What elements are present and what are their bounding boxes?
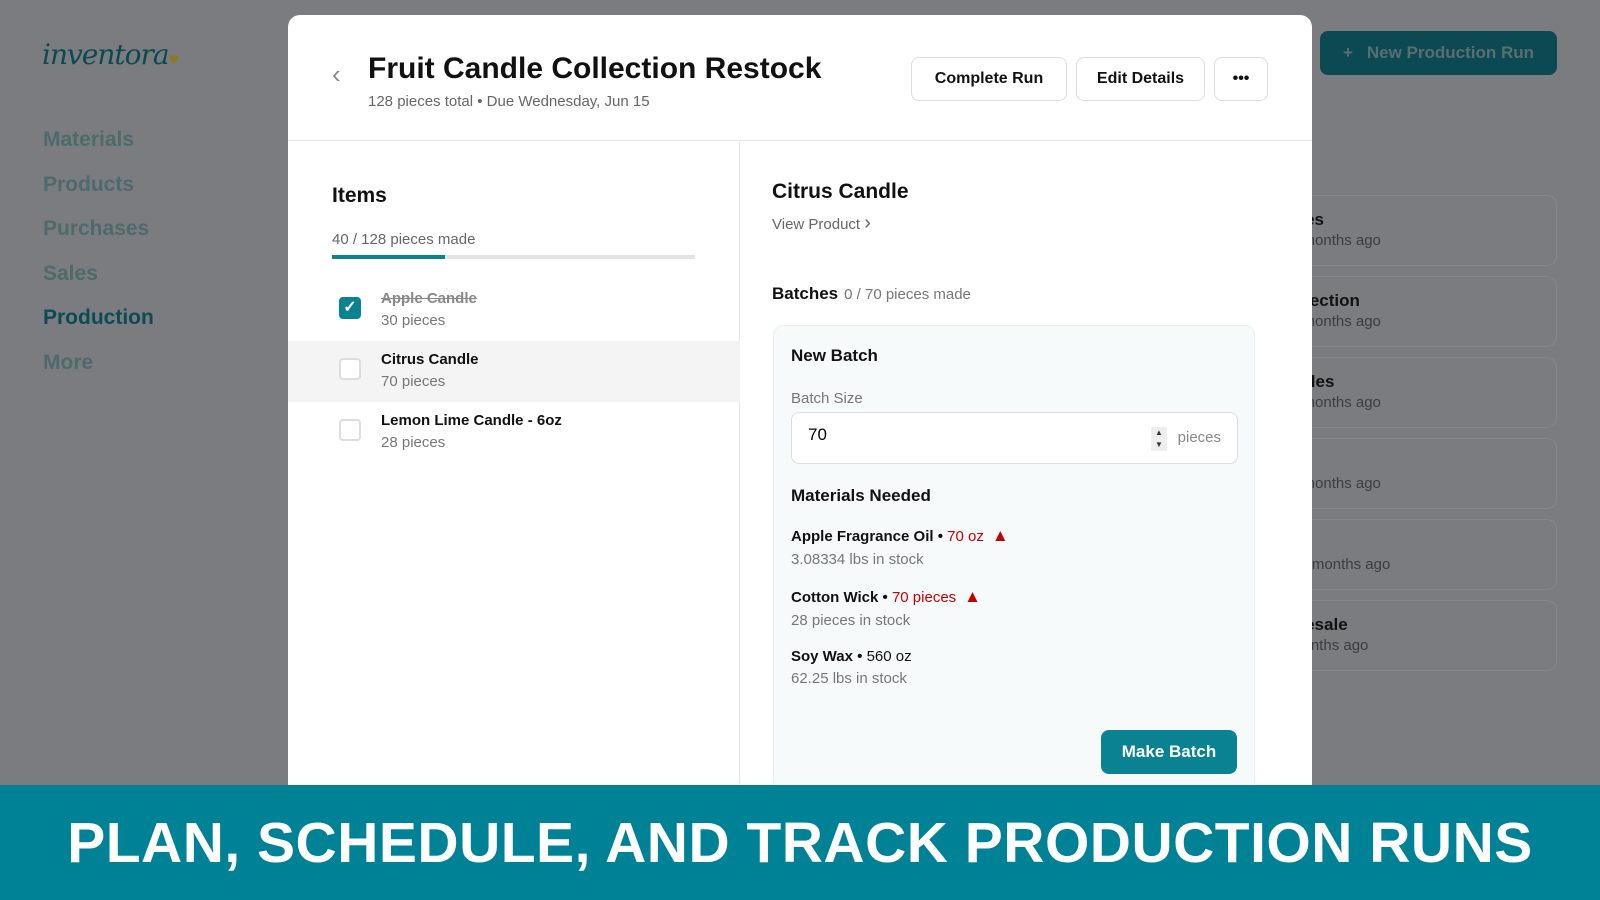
warning-icon: ▲ [991, 526, 1009, 545]
material-stock: 28 pieces in stock [791, 612, 911, 629]
chevron-right-icon: › [864, 212, 871, 234]
list-item[interactable]: ✓ Apple Candle 30 pieces [288, 280, 740, 341]
more-options-button[interactable]: ••• [1214, 57, 1268, 101]
view-product-link[interactable]: View Product › [772, 212, 871, 235]
run-title [1290, 534, 1556, 556]
sidebar-item-production[interactable]: Production [43, 306, 154, 351]
batches-heading: Batches 0 / 70 pieces made [772, 284, 971, 304]
progress-fill [332, 255, 446, 259]
modal-header: ‹ Fruit Candle Collection Restock 128 pi… [288, 15, 1312, 141]
logo: inventora♥ [42, 38, 180, 71]
run-title: ollection [1290, 291, 1360, 310]
item-name: Apple Candle [381, 290, 477, 307]
items-progress-bar [332, 255, 695, 259]
separator: • [878, 589, 892, 606]
plus-icon: + [1342, 43, 1353, 62]
complete-run-button[interactable]: Complete Run [911, 57, 1067, 101]
separator: • [933, 528, 948, 545]
material-name: Apple Fragrance Oil [791, 528, 934, 545]
new-batch-title: New Batch [791, 346, 878, 365]
batch-size-label: Batch Size [791, 390, 863, 407]
sidebar-item-products[interactable]: Products [43, 173, 154, 218]
batch-size-unit: pieces [1177, 429, 1221, 446]
promo-banner: PLAN, SCHEDULE, AND TRACK PRODUCTION RUN… [0, 785, 1600, 900]
run-date: 4 months ago [1290, 313, 1381, 330]
material-item: Cotton Wick • 70 pieces ▲ 28 pieces in sto… [791, 587, 981, 629]
sidebar-item-materials[interactable]: Materials [43, 128, 154, 173]
warning-icon: ▲ [964, 587, 981, 606]
run-subtitle: 128 pieces total • Due Wednesday, Jun 15 [368, 93, 650, 110]
material-stock: 62.25 lbs in stock [791, 670, 907, 687]
sidebar-item-purchases[interactable]: Purchases [43, 217, 154, 262]
material-name: Cotton Wick [791, 589, 879, 606]
run-date: • 8 months ago [1290, 556, 1391, 573]
batches-progress: 0 / 70 pieces made [844, 286, 971, 303]
sidebar-item-sales[interactable]: Sales [43, 262, 154, 307]
list-item[interactable]: Lemon Lime Candle - 6oz 28 pieces [288, 402, 740, 463]
run-title: ndles [1290, 372, 1335, 391]
list-item[interactable]: olesale months ago [1290, 600, 1557, 671]
batch-size-input[interactable] [808, 425, 1108, 445]
production-run-list: ples4 months ago ollection4 months ago n… [1290, 195, 1557, 681]
item-qty: 30 pieces [381, 312, 446, 329]
item-detail-panel: Citrus Candle View Product › Batches 0 / … [741, 142, 1312, 805]
new-run-label: New Production Run [1366, 43, 1535, 62]
material-item: Soy Wax • 560 oz 62.25 lbs in stock [791, 648, 912, 687]
checkbox[interactable] [339, 358, 361, 380]
material-stock: 3.08334 lbs in stock [791, 551, 924, 568]
batches-label: Batches [772, 284, 839, 303]
item-name: Citrus Candle [381, 351, 479, 368]
separator: • [852, 648, 867, 665]
view-product-label: View Product [772, 216, 861, 233]
material-amount: 70 oz [947, 528, 984, 545]
sidebar-item-more[interactable]: More [43, 351, 154, 396]
new-production-run-button[interactable]: + New Production Run [1320, 31, 1557, 75]
material-amount: 560 oz [866, 648, 912, 665]
items-panel: Items 40 / 128 pieces made ✓ Apple Candle… [288, 142, 740, 805]
item-qty: 28 pieces [381, 434, 446, 451]
material-item: Apple Fragrance Oil • 70 oz ▲ 3.08334 lbs … [791, 526, 1009, 568]
list-item[interactable]: ollection 4 months ago [1290, 276, 1557, 347]
edit-details-button[interactable]: Edit Details [1076, 57, 1205, 101]
run-title [1290, 453, 1556, 475]
stepper-icon[interactable]: ▲ ▼ [1151, 427, 1167, 451]
list-item[interactable]: Citrus Candle 70 pieces [288, 341, 740, 402]
sidebar-nav: Materials Products Purchases Sales Produ… [43, 128, 154, 395]
back-chevron-icon[interactable]: ‹ [332, 59, 341, 90]
product-title: Citrus Candle [772, 180, 909, 203]
production-run-modal: ‹ Fruit Candle Collection Restock 128 pi… [288, 15, 1312, 805]
items-heading: Items [332, 184, 387, 207]
heart-icon: ♥ [168, 53, 180, 67]
list-item[interactable]: 6 months ago [1290, 438, 1557, 509]
materials-heading: Materials Needed [791, 486, 931, 505]
run-date: months ago [1290, 637, 1369, 654]
make-batch-button[interactable]: Make Batch [1101, 730, 1237, 774]
page-title: Fruit Candle Collection Restock [368, 52, 822, 85]
list-item[interactable]: • 8 months ago [1290, 519, 1557, 590]
logo-text: inventora [42, 38, 170, 71]
checkbox-checked[interactable]: ✓ [339, 297, 361, 319]
new-batch-card: New Batch Batch Size ▲▼ pieces Materials… [773, 325, 1255, 792]
run-title: olesale [1290, 615, 1348, 634]
material-name: Soy Wax [791, 648, 853, 665]
run-title: ples [1290, 210, 1556, 232]
material-amount: 70 pieces [891, 589, 957, 606]
run-date: 6 months ago [1290, 394, 1381, 411]
run-date: 4 months ago [1290, 232, 1381, 249]
run-date: 6 months ago [1290, 475, 1381, 492]
checkbox[interactable] [339, 419, 361, 441]
item-name: Lemon Lime Candle - 6oz [381, 412, 562, 429]
items-progress-text: 40 / 128 pieces made [332, 231, 476, 248]
item-qty: 70 pieces [381, 373, 446, 390]
batch-size-field: ▲▼ pieces [791, 412, 1238, 464]
list-item[interactable]: ndles 6 months ago [1290, 357, 1557, 428]
list-item[interactable]: ples4 months ago [1290, 195, 1557, 266]
